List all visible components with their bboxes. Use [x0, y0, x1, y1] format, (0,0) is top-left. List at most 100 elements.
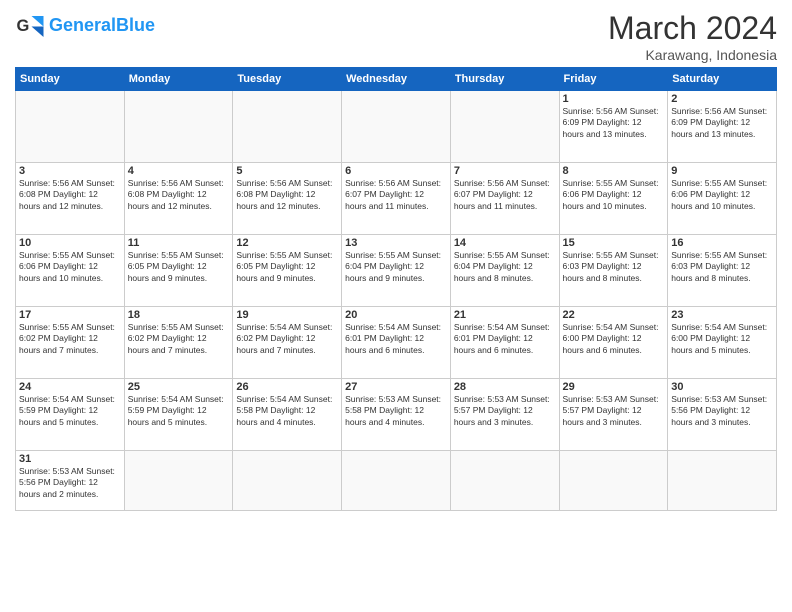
day-number: 27 — [345, 381, 447, 393]
day-number: 4 — [128, 165, 230, 177]
day-cell: 12Sunrise: 5:55 AM Sunset: 6:05 PM Dayli… — [233, 235, 342, 307]
day-cell — [233, 451, 342, 511]
day-info: Sunrise: 5:54 AM Sunset: 6:01 PM Dayligh… — [345, 322, 447, 356]
week-row-4: 17Sunrise: 5:55 AM Sunset: 6:02 PM Dayli… — [16, 307, 777, 379]
calendar-page: G GeneralBlue March 2024 Karawang, Indon… — [0, 0, 792, 521]
day-info: Sunrise: 5:53 AM Sunset: 5:57 PM Dayligh… — [454, 394, 556, 428]
day-cell: 23Sunrise: 5:54 AM Sunset: 6:00 PM Dayli… — [668, 307, 777, 379]
day-info: Sunrise: 5:55 AM Sunset: 6:04 PM Dayligh… — [454, 250, 556, 284]
day-info: Sunrise: 5:56 AM Sunset: 6:08 PM Dayligh… — [128, 178, 230, 212]
day-cell — [450, 91, 559, 163]
day-cell: 16Sunrise: 5:55 AM Sunset: 6:03 PM Dayli… — [668, 235, 777, 307]
day-header-thursday: Thursday — [450, 68, 559, 91]
calendar-header: SundayMondayTuesdayWednesdayThursdayFrid… — [16, 68, 777, 91]
day-number: 18 — [128, 309, 230, 321]
day-info: Sunrise: 5:54 AM Sunset: 5:58 PM Dayligh… — [236, 394, 338, 428]
day-cell: 26Sunrise: 5:54 AM Sunset: 5:58 PM Dayli… — [233, 379, 342, 451]
day-header-friday: Friday — [559, 68, 668, 91]
day-info: Sunrise: 5:54 AM Sunset: 6:00 PM Dayligh… — [671, 322, 773, 356]
day-cell: 3Sunrise: 5:56 AM Sunset: 6:08 PM Daylig… — [16, 163, 125, 235]
day-info: Sunrise: 5:53 AM Sunset: 5:58 PM Dayligh… — [345, 394, 447, 428]
day-number: 6 — [345, 165, 447, 177]
day-number: 1 — [563, 93, 665, 105]
week-row-6: 31Sunrise: 5:53 AM Sunset: 5:56 PM Dayli… — [16, 451, 777, 511]
day-number: 29 — [563, 381, 665, 393]
day-number: 17 — [19, 309, 121, 321]
day-cell — [124, 91, 233, 163]
day-number: 3 — [19, 165, 121, 177]
day-number: 23 — [671, 309, 773, 321]
day-number: 2 — [671, 93, 773, 105]
day-number: 16 — [671, 237, 773, 249]
day-header-wednesday: Wednesday — [342, 68, 451, 91]
logo-text: GeneralBlue — [49, 15, 155, 36]
day-cell: 11Sunrise: 5:55 AM Sunset: 6:05 PM Dayli… — [124, 235, 233, 307]
day-cell: 1Sunrise: 5:56 AM Sunset: 6:09 PM Daylig… — [559, 91, 668, 163]
day-cell: 2Sunrise: 5:56 AM Sunset: 6:09 PM Daylig… — [668, 91, 777, 163]
day-info: Sunrise: 5:55 AM Sunset: 6:05 PM Dayligh… — [128, 250, 230, 284]
day-header-sunday: Sunday — [16, 68, 125, 91]
day-info: Sunrise: 5:53 AM Sunset: 5:57 PM Dayligh… — [563, 394, 665, 428]
day-info: Sunrise: 5:54 AM Sunset: 5:59 PM Dayligh… — [19, 394, 121, 428]
day-number: 11 — [128, 237, 230, 249]
day-number: 13 — [345, 237, 447, 249]
day-number: 12 — [236, 237, 338, 249]
week-row-2: 3Sunrise: 5:56 AM Sunset: 6:08 PM Daylig… — [16, 163, 777, 235]
day-info: Sunrise: 5:56 AM Sunset: 6:08 PM Dayligh… — [19, 178, 121, 212]
week-row-5: 24Sunrise: 5:54 AM Sunset: 5:59 PM Dayli… — [16, 379, 777, 451]
day-cell — [124, 451, 233, 511]
calendar-title: March 2024 — [608, 10, 777, 47]
day-info: Sunrise: 5:55 AM Sunset: 6:02 PM Dayligh… — [19, 322, 121, 356]
day-cell: 14Sunrise: 5:55 AM Sunset: 6:04 PM Dayli… — [450, 235, 559, 307]
day-cell: 4Sunrise: 5:56 AM Sunset: 6:08 PM Daylig… — [124, 163, 233, 235]
day-number: 14 — [454, 237, 556, 249]
day-number: 22 — [563, 309, 665, 321]
calendar-body: 1Sunrise: 5:56 AM Sunset: 6:09 PM Daylig… — [16, 91, 777, 511]
day-info: Sunrise: 5:56 AM Sunset: 6:07 PM Dayligh… — [345, 178, 447, 212]
day-cell: 28Sunrise: 5:53 AM Sunset: 5:57 PM Dayli… — [450, 379, 559, 451]
day-number: 26 — [236, 381, 338, 393]
day-cell — [342, 91, 451, 163]
day-info: Sunrise: 5:55 AM Sunset: 6:06 PM Dayligh… — [671, 178, 773, 212]
svg-text:G: G — [17, 17, 30, 35]
day-cell: 24Sunrise: 5:54 AM Sunset: 5:59 PM Dayli… — [16, 379, 125, 451]
day-info: Sunrise: 5:55 AM Sunset: 6:06 PM Dayligh… — [563, 178, 665, 212]
day-number: 15 — [563, 237, 665, 249]
day-number: 9 — [671, 165, 773, 177]
header: G GeneralBlue March 2024 Karawang, Indon… — [15, 10, 777, 63]
day-cell: 7Sunrise: 5:56 AM Sunset: 6:07 PM Daylig… — [450, 163, 559, 235]
day-cell: 21Sunrise: 5:54 AM Sunset: 6:01 PM Dayli… — [450, 307, 559, 379]
day-info: Sunrise: 5:54 AM Sunset: 6:01 PM Dayligh… — [454, 322, 556, 356]
day-info: Sunrise: 5:54 AM Sunset: 6:00 PM Dayligh… — [563, 322, 665, 356]
calendar-table: SundayMondayTuesdayWednesdayThursdayFrid… — [15, 67, 777, 511]
day-info: Sunrise: 5:55 AM Sunset: 6:04 PM Dayligh… — [345, 250, 447, 284]
day-cell: 30Sunrise: 5:53 AM Sunset: 5:56 PM Dayli… — [668, 379, 777, 451]
day-number: 30 — [671, 381, 773, 393]
day-cell — [233, 91, 342, 163]
day-cell — [16, 91, 125, 163]
day-cell: 15Sunrise: 5:55 AM Sunset: 6:03 PM Dayli… — [559, 235, 668, 307]
day-info: Sunrise: 5:54 AM Sunset: 5:59 PM Dayligh… — [128, 394, 230, 428]
day-info: Sunrise: 5:55 AM Sunset: 6:05 PM Dayligh… — [236, 250, 338, 284]
day-info: Sunrise: 5:55 AM Sunset: 6:03 PM Dayligh… — [563, 250, 665, 284]
day-number: 5 — [236, 165, 338, 177]
day-header-monday: Monday — [124, 68, 233, 91]
day-number: 19 — [236, 309, 338, 321]
day-cell: 18Sunrise: 5:55 AM Sunset: 6:02 PM Dayli… — [124, 307, 233, 379]
day-number: 7 — [454, 165, 556, 177]
day-cell: 22Sunrise: 5:54 AM Sunset: 6:00 PM Dayli… — [559, 307, 668, 379]
day-cell: 6Sunrise: 5:56 AM Sunset: 6:07 PM Daylig… — [342, 163, 451, 235]
day-cell: 8Sunrise: 5:55 AM Sunset: 6:06 PM Daylig… — [559, 163, 668, 235]
logo-icon: G — [15, 10, 45, 40]
day-number: 25 — [128, 381, 230, 393]
day-info: Sunrise: 5:53 AM Sunset: 5:56 PM Dayligh… — [671, 394, 773, 428]
day-cell — [668, 451, 777, 511]
day-number: 21 — [454, 309, 556, 321]
day-number: 8 — [563, 165, 665, 177]
day-number: 24 — [19, 381, 121, 393]
day-cell: 19Sunrise: 5:54 AM Sunset: 6:02 PM Dayli… — [233, 307, 342, 379]
day-number: 31 — [19, 453, 121, 465]
day-cell: 25Sunrise: 5:54 AM Sunset: 5:59 PM Dayli… — [124, 379, 233, 451]
logo: G GeneralBlue — [15, 10, 155, 40]
day-cell: 17Sunrise: 5:55 AM Sunset: 6:02 PM Dayli… — [16, 307, 125, 379]
